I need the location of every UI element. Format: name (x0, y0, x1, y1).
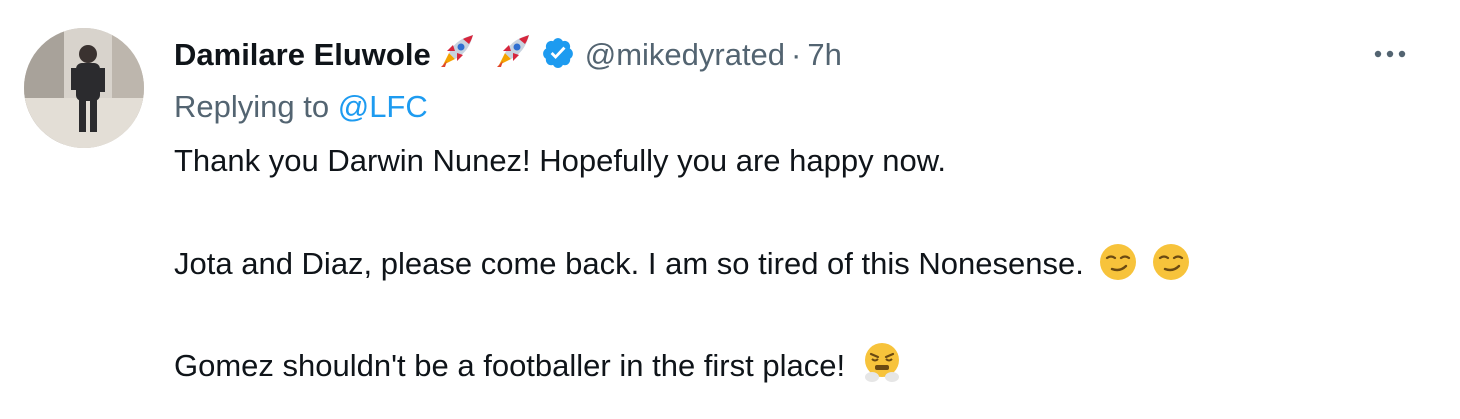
replying-mention-link[interactable]: @LFC (338, 89, 428, 124)
tweet-header: Damilare Eluwole @mikedyrated · 7h (174, 30, 842, 80)
tweet-text-line-2: Jota and Diaz, please come back. I am so… (174, 246, 1084, 281)
avatar[interactable] (24, 28, 144, 148)
more-options-button[interactable] (1368, 38, 1412, 72)
rocket-icon (489, 31, 533, 80)
more-horizontal-icon (1373, 46, 1407, 64)
smirk-face-icon (1098, 242, 1138, 290)
user-handle[interactable]: @mikedyrated (585, 37, 785, 73)
tweet-card[interactable]: Damilare Eluwole @mikedyrated · 7h Reply… (0, 0, 1460, 419)
separator-dot: · (791, 37, 802, 72)
smirk-face-icon (1151, 242, 1191, 290)
tweet-text-line: Gomez shouldn't be a footballer in the f… (174, 340, 904, 392)
tweet-text-line-1: Thank you Darwin Nunez! Hopefully you ar… (174, 143, 946, 178)
tweet-text-line: Thank you Darwin Nunez! Hopefully you ar… (174, 143, 946, 179)
rocket-icon (433, 31, 477, 80)
replying-prefix: Replying to (174, 89, 330, 124)
tweet-text-line: Jota and Diaz, please come back. I am so… (174, 242, 1191, 290)
display-name[interactable]: Damilare Eluwole (174, 37, 431, 73)
timestamp[interactable]: 7h (807, 37, 841, 73)
tweet-text-line-3: Gomez shouldn't be a footballer in the f… (174, 348, 846, 383)
verified-badge-icon (541, 36, 575, 75)
steam-from-nose-face-icon (860, 340, 904, 392)
replying-to: Replying to @LFC (174, 89, 428, 129)
